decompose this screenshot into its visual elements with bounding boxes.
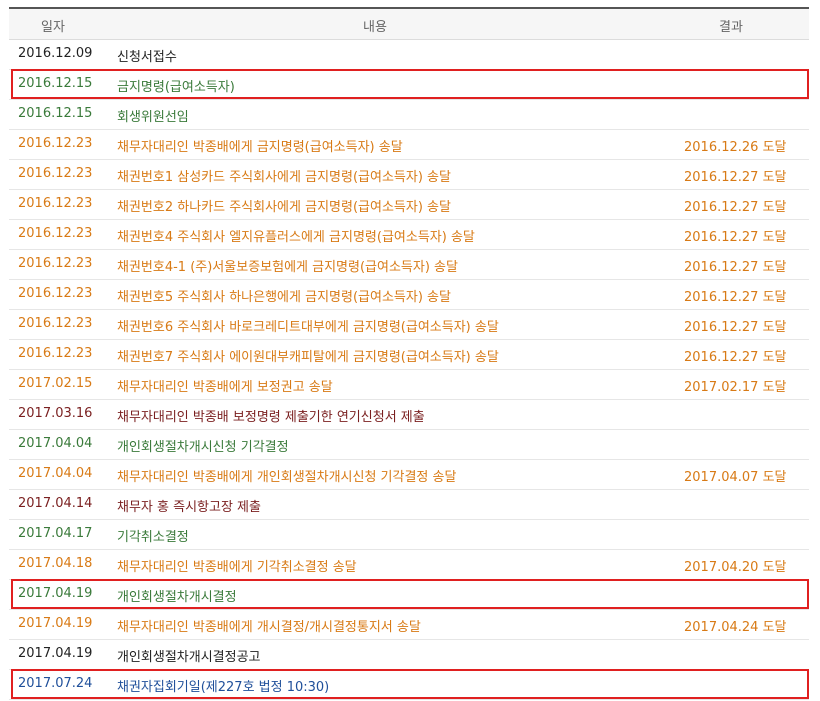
table-row: 2016.12.23 채권번호6 주식회사 바로크레디트대부에게 금지명령(급여소…: [9, 310, 809, 340]
table-row: 2016.12.23 채권번호4 주식회사 엘지유플러스에게 금지명령(급여소득자…: [9, 220, 809, 250]
row-result: 2017.04.24 도달: [684, 620, 787, 635]
row-date: 2016.12.15: [18, 76, 93, 91]
row-result: 2016.12.27 도달: [684, 200, 787, 215]
row-content: 채권자집회기일(제227호 법정 10:30): [117, 680, 330, 695]
table-header: 일자 내용 결과: [9, 9, 809, 40]
table-row: 2017.07.24 채권자집회기일(제227호 법정 10:30): [9, 670, 809, 700]
table-row: 2017.04.18 채무자대리인 박종배에게 기각취소결정 송달 2017.04.…: [9, 550, 809, 580]
row-date: 2016.12.23: [18, 166, 93, 181]
row-result: 2016.12.27 도달: [684, 290, 787, 305]
table-row: 2017.04.04 채무자대리인 박종배에게 개인회생절차개시신청 기각결정 송…: [9, 460, 809, 490]
row-date: 2017.04.04: [18, 466, 93, 481]
row-content: 개인회생절차개시결정공고: [117, 650, 261, 665]
row-result: 2016.12.27 도달: [684, 170, 787, 185]
row-date: 2016.12.23: [18, 346, 93, 361]
row-content: 금지명령(급여소득자): [117, 80, 235, 95]
row-content: 채무자대리인 박종배에게 개시결정/개시결정통지서 송달: [117, 620, 421, 635]
row-content: 채권번호5 주식회사 하나은행에게 금지명령(급여소득자) 송달: [117, 290, 451, 305]
row-date: 2017.04.18: [18, 556, 93, 571]
row-date: 2017.03.16: [18, 406, 93, 421]
table-row: 2016.12.09 신청서접수: [9, 40, 809, 70]
header-content: 내용: [363, 20, 387, 35]
header-result: 결과: [719, 20, 743, 35]
header-date: 일자: [41, 20, 65, 35]
row-date: 2017.04.14: [18, 496, 93, 511]
table-row: 2017.04.19 개인회생절차개시결정공고: [9, 640, 809, 670]
row-content: 채무자대리인 박종배에게 개인회생절차개시신청 기각결정 송달: [117, 470, 457, 485]
row-date: 2016.12.23: [18, 256, 93, 271]
table-row: 2017.04.04 개인회생절차개시신청 기각결정: [9, 430, 809, 460]
table-row: 2017.04.19 개인회생절차개시결정: [9, 580, 809, 610]
row-content: 채권번호2 하나카드 주식회사에게 금지명령(급여소득자) 송달: [117, 200, 451, 215]
table-row: 2016.12.23 채무자대리인 박종배에게 금지명령(급여소득자) 송달 201…: [9, 130, 809, 160]
row-content: 개인회생절차개시결정: [117, 590, 237, 605]
row-date: 2016.12.23: [18, 196, 93, 211]
row-date: 2016.12.09: [18, 46, 93, 61]
row-result: 2017.04.20 도달: [684, 560, 787, 575]
table-row: 2016.12.15 금지명령(급여소득자): [9, 70, 809, 100]
row-date: 2017.04.19: [18, 646, 93, 661]
row-content: 채권번호6 주식회사 바로크레디트대부에게 금지명령(급여소득자) 송달: [117, 320, 499, 335]
row-result: 2016.12.26 도달: [684, 140, 787, 155]
row-result: 2016.12.27 도달: [684, 320, 787, 335]
row-content: 채권번호4-1 (주)서울보증보험에게 금지명령(급여소득자) 송달: [117, 260, 458, 275]
row-content: 채무자대리인 박종배에게 기각취소결정 송달: [117, 560, 357, 575]
row-content: 신청서접수: [117, 50, 177, 65]
table-row: 2016.12.23 채권번호7 주식회사 에이원대부캐피탈에게 금지명령(급여소…: [9, 340, 809, 370]
table-row: 2017.04.14 채무자 홍 즉시항고장 제출: [9, 490, 809, 520]
row-content: 채권번호4 주식회사 엘지유플러스에게 금지명령(급여소득자) 송달: [117, 230, 475, 245]
row-date: 2017.04.19: [18, 586, 93, 601]
row-content: 채무자 홍 즉시항고장 제출: [117, 500, 261, 515]
row-result: 2016.12.27 도달: [684, 350, 787, 365]
row-content: 채무자대리인 박종배에게 금지명령(급여소득자) 송달: [117, 140, 403, 155]
row-date: 2016.12.15: [18, 106, 93, 121]
row-date: 2016.12.23: [18, 286, 93, 301]
row-content: 채권번호7 주식회사 에이원대부캐피탈에게 금지명령(급여소득자) 송달: [117, 350, 499, 365]
table-row: 2016.12.15 회생위원선임: [9, 100, 809, 130]
row-content: 회생위원선임: [117, 110, 189, 125]
row-result: 2016.12.27 도달: [684, 230, 787, 245]
row-result: 2017.02.17 도달: [684, 380, 787, 395]
row-date: 2016.12.23: [18, 226, 93, 241]
case-progress-table: 일자 내용 결과 2016.12.09 신청서접수 2016.12.15 금지명령(급…: [9, 7, 809, 700]
row-date: 2017.04.04: [18, 436, 93, 451]
table-row: 2016.12.23 채권번호5 주식회사 하나은행에게 금지명령(급여소득자) …: [9, 280, 809, 310]
table-row: 2017.04.17 기각취소결정: [9, 520, 809, 550]
row-content: 채무자대리인 박종배에게 보정권고 송달: [117, 380, 333, 395]
row-content: 개인회생절차개시신청 기각결정: [117, 440, 289, 455]
row-result: 2016.12.27 도달: [684, 260, 787, 275]
row-date: 2017.04.19: [18, 616, 93, 631]
row-date: 2016.12.23: [18, 136, 93, 151]
table-row: 2016.12.23 채권번호2 하나카드 주식회사에게 금지명령(급여소득자) …: [9, 190, 809, 220]
table-row: 2017.04.19 채무자대리인 박종배에게 개시결정/개시결정통지서 송달 20…: [9, 610, 809, 640]
table-body: 2016.12.09 신청서접수 2016.12.15 금지명령(급여소득자) 2016…: [9, 40, 809, 700]
row-content: 채권번호1 삼성카드 주식회사에게 금지명령(급여소득자) 송달: [117, 170, 451, 185]
table-row: 2017.03.16 채무자대리인 박종배 보정명령 제출기한 연기신청서 제출: [9, 400, 809, 430]
table-row: 2016.12.23 채권번호4-1 (주)서울보증보험에게 금지명령(급여소득자…: [9, 250, 809, 280]
table-row: 2016.12.23 채권번호1 삼성카드 주식회사에게 금지명령(급여소득자) …: [9, 160, 809, 190]
row-date: 2016.12.23: [18, 316, 93, 331]
row-date: 2017.07.24: [18, 676, 93, 691]
row-content: 기각취소결정: [117, 530, 189, 545]
row-date: 2017.04.17: [18, 526, 93, 541]
row-date: 2017.02.15: [18, 376, 93, 391]
row-result: 2017.04.07 도달: [684, 470, 787, 485]
row-content: 채무자대리인 박종배 보정명령 제출기한 연기신청서 제출: [117, 410, 425, 425]
table-row: 2017.02.15 채무자대리인 박종배에게 보정권고 송달 2017.02.17…: [9, 370, 809, 400]
